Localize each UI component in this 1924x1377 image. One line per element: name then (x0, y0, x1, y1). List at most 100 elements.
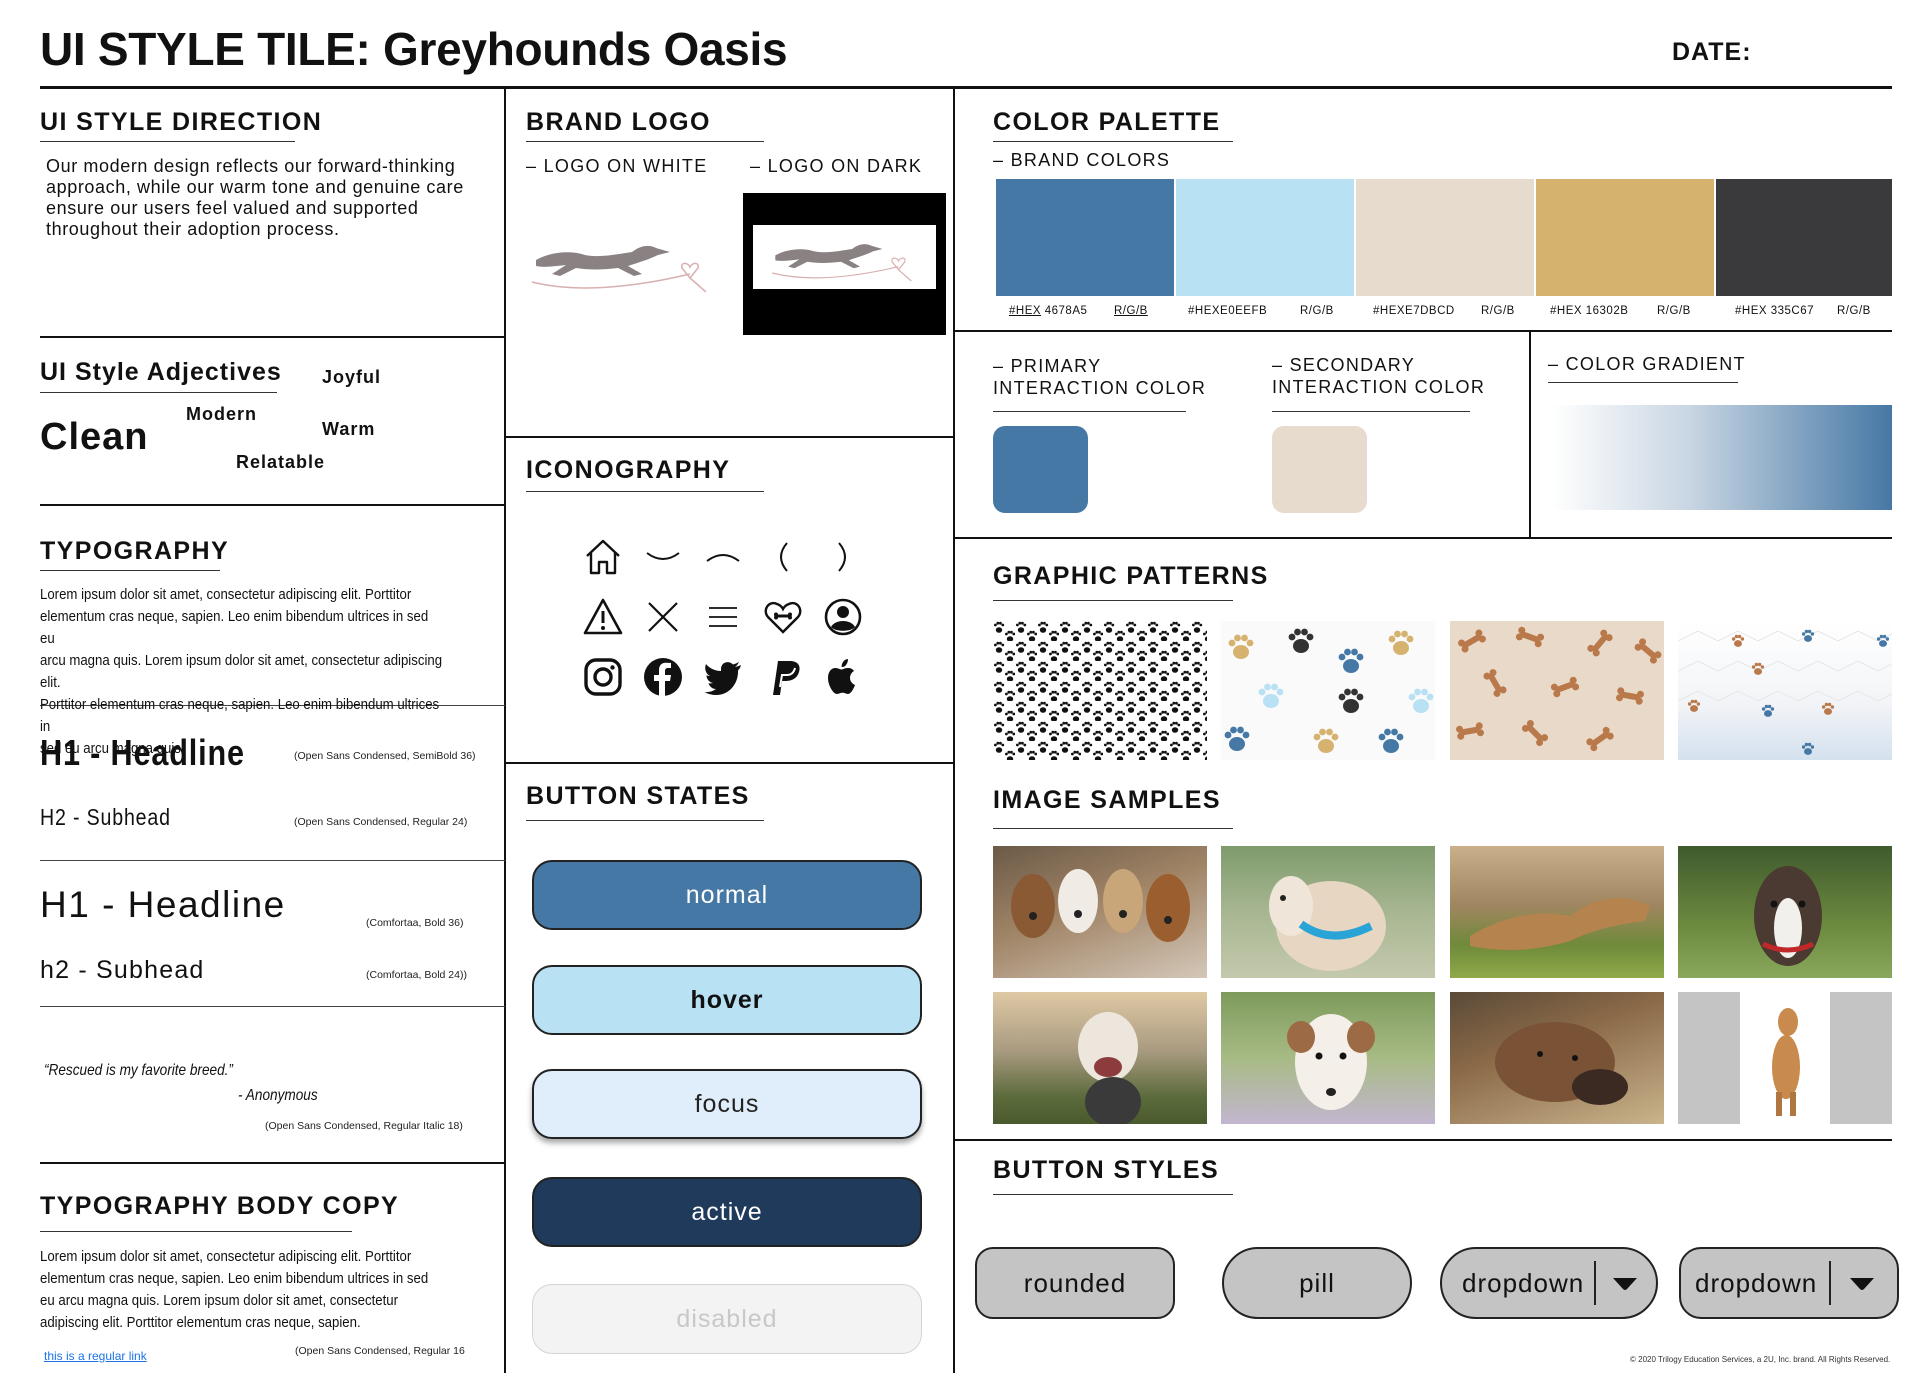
dropdown-separator (1829, 1261, 1831, 1305)
photo-greyhound-stretching (1450, 846, 1664, 978)
heading-underline (526, 141, 764, 142)
button-active[interactable]: active (532, 1177, 922, 1247)
divider (954, 537, 1892, 539)
regular-link[interactable]: this is a regular link (44, 1349, 147, 1363)
divider (505, 436, 955, 438)
secondary-label-line: – SECONDARY (1272, 355, 1416, 375)
quote-author: - Anonymous (238, 1087, 318, 1104)
primary-color-chip (993, 426, 1088, 513)
body-line: elementum cras neque, sapien. Leo enim b… (40, 1270, 429, 1287)
secondary-color-chip (1272, 426, 1367, 513)
heading-underline (40, 141, 295, 142)
primary-label: – PRIMARY INTERACTION COLOR (993, 355, 1206, 399)
button-disabled[interactable]: disabled (532, 1284, 922, 1354)
divider (40, 504, 505, 506)
button-normal[interactable]: normal (532, 860, 922, 930)
hex-label-1: #HEX 4678A5 (1009, 305, 1087, 317)
instagram-icon (583, 657, 623, 697)
h2-sample-rounded: h2 - Subhead (40, 956, 205, 984)
direction-line: ensure our users feel valued and support… (46, 198, 419, 218)
logo-dark-inner (753, 225, 936, 289)
pattern-dog-bones (1450, 621, 1664, 760)
divider (954, 1139, 1892, 1141)
home-icon (583, 537, 623, 577)
rounded-button[interactable]: rounded (975, 1247, 1175, 1319)
adjective-joyful: Joyful (322, 367, 382, 387)
rgb-label-4: R/G/B (1657, 305, 1691, 317)
color-swatch-5 (1716, 179, 1892, 296)
pill-button[interactable]: pill (1222, 1247, 1412, 1319)
color-swatch-2 (1176, 179, 1354, 296)
h2-sample-condensed: H2 - Subhead (40, 804, 171, 830)
chevron-right-icon (823, 537, 863, 577)
direction-line: approach, while our warm tone and genuin… (46, 177, 464, 197)
hex-label-3: #HEXE7DBCD (1373, 305, 1455, 317)
h1-note-rounded: (Comfortaa, Bold 36) (366, 917, 464, 929)
button-focus[interactable]: focus (532, 1069, 922, 1139)
body-line: eu arcu magna quis. Lorem ipsum dolor si… (40, 1292, 399, 1309)
close-icon (643, 597, 683, 637)
body-line: Lorem ipsum dolor sit amet, consectetur … (40, 1248, 412, 1265)
direction-text: Our modern design reflects our forward-t… (46, 156, 464, 240)
h2-note-condensed: (Open Sans Condensed, Regular 24) (294, 816, 468, 828)
divider (954, 330, 1892, 332)
pattern-black-paws (993, 621, 1207, 760)
photo-sitting-puppy (1678, 992, 1892, 1124)
heading-underline (993, 141, 1233, 142)
brand-logo-heading: BRAND LOGO (526, 108, 711, 136)
lorem-line: elementum cras neque, sapien. Leo enim b… (40, 608, 429, 647)
copyright: © 2020 Trilogy Education Services, a 2U,… (1630, 1355, 1891, 1364)
rgb-label-5: R/G/B (1837, 305, 1871, 317)
chevron-up-icon (703, 537, 743, 577)
typography-heading: TYPOGRAPHY (40, 537, 230, 565)
hex-label-5: #HEX 335C67 (1735, 305, 1815, 317)
primary-label-line: – PRIMARY (993, 356, 1102, 376)
lorem-line: Lorem ipsum dolor sit amet, consectetur … (40, 586, 412, 603)
heading-underline (993, 600, 1233, 601)
direction-heading: UI STYLE DIRECTION (40, 108, 323, 136)
heading-underline (993, 828, 1233, 829)
iconography-heading: ICONOGRAPHY (526, 456, 731, 484)
menu-icon (703, 597, 743, 637)
hex-value: 4678A5 (1044, 305, 1088, 317)
hex-label-4: #HEX 16302B (1550, 305, 1629, 317)
paypal-icon (763, 657, 803, 697)
body-copy-heading: TYPOGRAPHY BODY COPY (40, 1192, 400, 1220)
direction-line: Our modern design reflects our forward-t… (46, 156, 456, 176)
dropdown-button-pill[interactable]: dropdown (1440, 1247, 1658, 1319)
facebook-icon (643, 657, 683, 697)
h1-sample-rounded: H1 - Headline (40, 884, 286, 925)
apple-icon (823, 657, 863, 697)
h1-sample-condensed: H1 - Headline (40, 732, 245, 773)
color-swatch-3 (1356, 179, 1534, 296)
warning-icon (583, 597, 623, 637)
rgb-label-2: R/G/B (1300, 305, 1334, 317)
heading-underline (40, 570, 220, 571)
direction-line: throughout their adoption process. (46, 219, 340, 239)
heading-underline (1548, 382, 1738, 383)
secondary-label: – SECONDARY INTERACTION COLOR (1272, 354, 1485, 398)
photo-greyhound-blue-collar (1221, 846, 1435, 978)
button-states-heading: BUTTON STATES (526, 782, 750, 810)
column-divider-2 (953, 88, 955, 1373)
dropdown-separator (1594, 1261, 1596, 1305)
button-hover[interactable]: hover (532, 965, 922, 1035)
body-copy-text: Lorem ipsum dolor sit amet, consectetur … (40, 1246, 445, 1334)
adjectives-heading: UI Style Adjectives (40, 358, 282, 386)
page-title: UI STYLE TILE: Greyhounds Oasis (40, 23, 788, 75)
photo-happy-whippet (993, 992, 1207, 1124)
color-gradient (1552, 405, 1892, 510)
user-icon (823, 597, 863, 637)
gradient-label: – COLOR GRADIENT (1548, 354, 1746, 374)
header-divider (40, 86, 1892, 89)
dropdown-label: dropdown (1462, 1267, 1585, 1298)
dropdown-label: dropdown (1695, 1267, 1818, 1298)
dropdown-button-rounded[interactable]: dropdown (1679, 1247, 1899, 1319)
photo-resting-greyhound (1450, 992, 1664, 1124)
divider (505, 762, 955, 764)
pattern-color-paws (1221, 621, 1435, 760)
caret-down-icon (1610, 1269, 1640, 1306)
body-line: adipiscing elit. Porttitor elementum cra… (40, 1314, 361, 1331)
heart-bone-icon (763, 597, 803, 637)
twitter-icon (703, 657, 743, 697)
